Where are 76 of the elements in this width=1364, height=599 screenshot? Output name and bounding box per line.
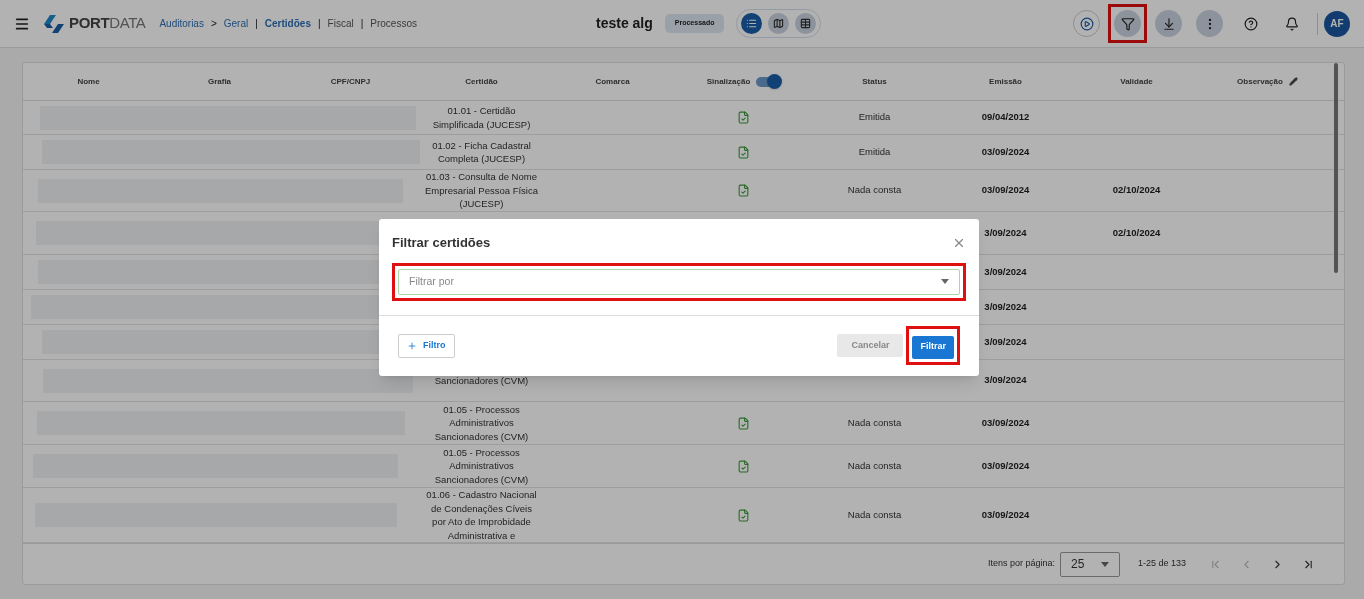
- caret-icon: [1100, 561, 1109, 567]
- plus-icon: [407, 340, 417, 351]
- table-cell-text: 3/09/2024: [984, 299, 1027, 314]
- breadcrumb-link[interactable]: Processos: [370, 16, 417, 31]
- file-check-icon: [737, 184, 750, 197]
- table-cell-text: Emitida: [858, 144, 891, 159]
- column-header: Grafia: [207, 75, 232, 88]
- dialog-title: Filtrar certidões: [392, 234, 491, 252]
- user-avatar[interactable]: AF: [1324, 10, 1350, 37]
- table-cell-text: 01.05 - Processos Administrativos Sancionadores (CVM): [433, 445, 530, 487]
- list-icon: [746, 18, 758, 29]
- grid-icon: [800, 18, 812, 29]
- table-cell-text: 3/09/2024: [984, 334, 1027, 349]
- column-header: CPF/CNPJ: [330, 75, 371, 88]
- table-cell: 09/04/2012: [981, 110, 1030, 125]
- download-icon[interactable]: [1155, 10, 1182, 37]
- table-cell-text: 03/09/2024: [981, 415, 1030, 430]
- map-view-button[interactable]: [768, 13, 790, 34]
- column-header: Nome: [77, 75, 100, 88]
- column-header: Validade: [1120, 75, 1153, 88]
- table-cell: 3/09/2024: [984, 373, 1027, 388]
- table-cell-text: 3/09/2024: [984, 264, 1027, 279]
- page-range: 1-25 de 133: [1137, 557, 1186, 571]
- column-header: Emissão: [989, 75, 1022, 88]
- logo-text: PORTDATA: [69, 13, 146, 34]
- dropdown-caret-icon: [941, 279, 949, 284]
- cancel-button[interactable]: Cancelar: [837, 334, 904, 357]
- table-cell-text: 02/10/2024: [1112, 225, 1161, 240]
- table-cell: 01.03 - Consulta de Nome Empresarial Pessoa Física (JUCESP): [424, 170, 539, 211]
- column-header: Certidão: [465, 75, 498, 88]
- table-cell-text: Sancionadores (CVM): [433, 373, 530, 388]
- breadcrumb-link[interactable]: Auditorias: [159, 16, 204, 31]
- column-header: Comarca: [595, 75, 630, 88]
- file-check-icon: [737, 508, 750, 522]
- map-icon: [773, 18, 785, 29]
- breadcrumb-separator: |: [360, 17, 364, 31]
- page-size-label: Itens por página:: [987, 557, 1055, 571]
- table-cell-text: 03/09/2024: [981, 507, 1030, 522]
- table-cell-text: Nada consta: [847, 458, 902, 473]
- table-cell-text: Nada consta: [847, 507, 902, 522]
- table-cell: Nada consta: [847, 183, 902, 198]
- table-cell-text: 03/09/2024: [981, 144, 1030, 159]
- breadcrumb-link[interactable]: Fiscal: [327, 16, 354, 31]
- breadcrumb-link[interactable]: Certidões: [264, 16, 311, 31]
- table-cell: Emitida: [858, 110, 891, 125]
- file-check-icon: [737, 145, 750, 159]
- pencil-icon[interactable]: [1288, 77, 1298, 86]
- filter-submit-button[interactable]: Filtrar: [912, 335, 954, 359]
- filter-icon[interactable]: [1114, 10, 1141, 37]
- table-cell-text: 3/09/2024: [984, 225, 1027, 240]
- table-cell-text: 03/09/2024: [981, 458, 1030, 473]
- list-view-button[interactable]: [741, 13, 763, 34]
- file-check-icon: [737, 459, 750, 473]
- breadcrumb-separator: >: [210, 17, 217, 31]
- toggle-switch[interactable]: [756, 76, 781, 87]
- table-cell-text: 01.02 - Ficha Cadastral Completa (JUCESP): [431, 138, 532, 166]
- file-check-icon: [737, 111, 750, 124]
- breadcrumb-separator: |: [255, 17, 258, 31]
- breadcrumb-link[interactable]: Geral: [223, 16, 249, 31]
- page-title: teste alg: [596, 14, 653, 33]
- table-cell-text: 01.05 - Processos Administrativos Sancionadores (CVM): [433, 402, 530, 444]
- table-cell: 03/09/2024: [981, 183, 1030, 198]
- table-cell-text: 01.06 - Cadastro Nacional de Condenações Cíveis por Ato de Improbidade Administrativa e: [425, 488, 538, 542]
- column-header: Sinalização: [706, 75, 751, 88]
- table-cell-text: 01.01 - Certidão Simplificada (JUCESP): [431, 104, 532, 131]
- column-header: Observação: [1237, 75, 1283, 88]
- add-filter-button[interactable]: Filtro: [398, 333, 455, 358]
- file-check-icon: [737, 416, 750, 430]
- logo-icon: [44, 14, 64, 33]
- filter-select[interactable]: Filtrar por: [398, 268, 960, 295]
- grid-view-button[interactable]: [795, 13, 817, 34]
- table-cell: 02/10/2024: [1112, 183, 1161, 198]
- page-size-select[interactable]: 25: [1059, 551, 1120, 577]
- table-cell-text: Nada consta: [847, 415, 902, 430]
- column-header: Status: [862, 75, 887, 88]
- breadcrumb-separator: |: [317, 17, 321, 31]
